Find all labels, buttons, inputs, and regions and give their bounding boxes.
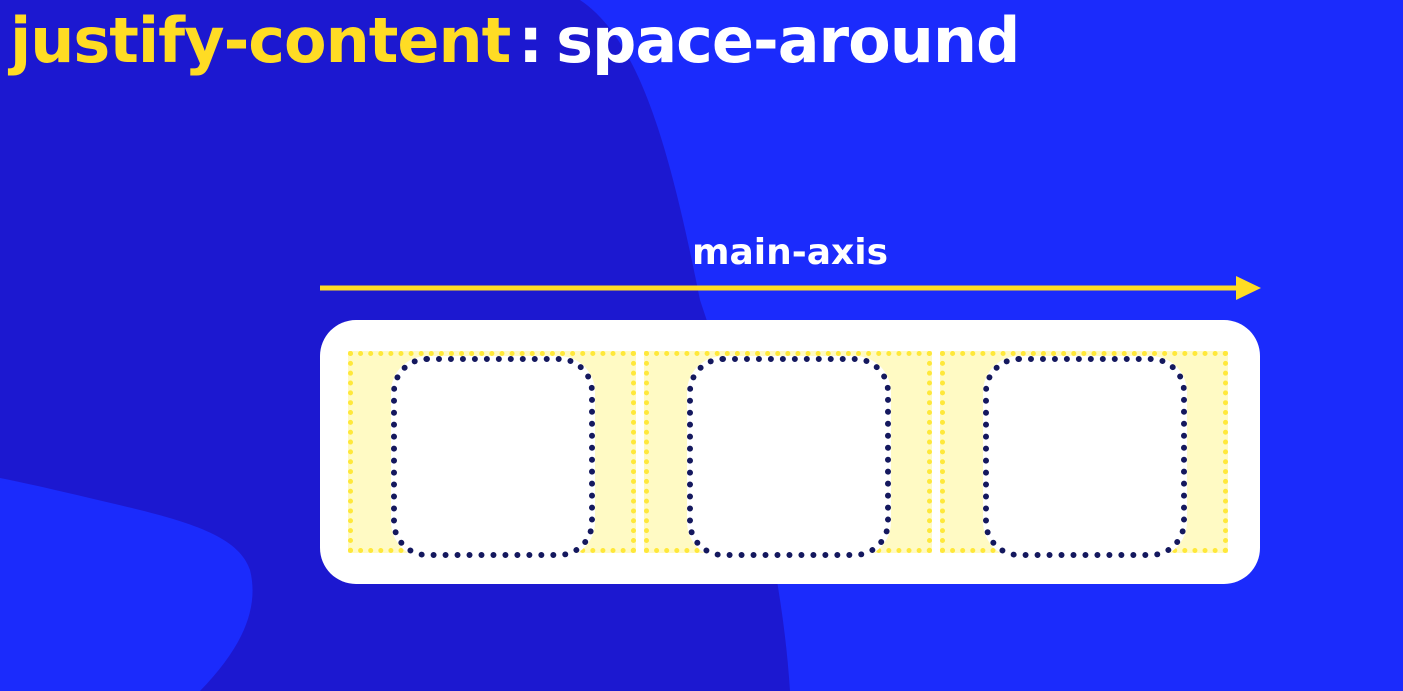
- flex-item: [983, 356, 1187, 558]
- flex-container: [320, 320, 1260, 584]
- flex-item: [391, 356, 595, 558]
- item-space-slot: [644, 351, 932, 558]
- item-space-slot: [940, 351, 1228, 558]
- flex-item: [687, 356, 891, 558]
- item-space-slot: [348, 351, 636, 558]
